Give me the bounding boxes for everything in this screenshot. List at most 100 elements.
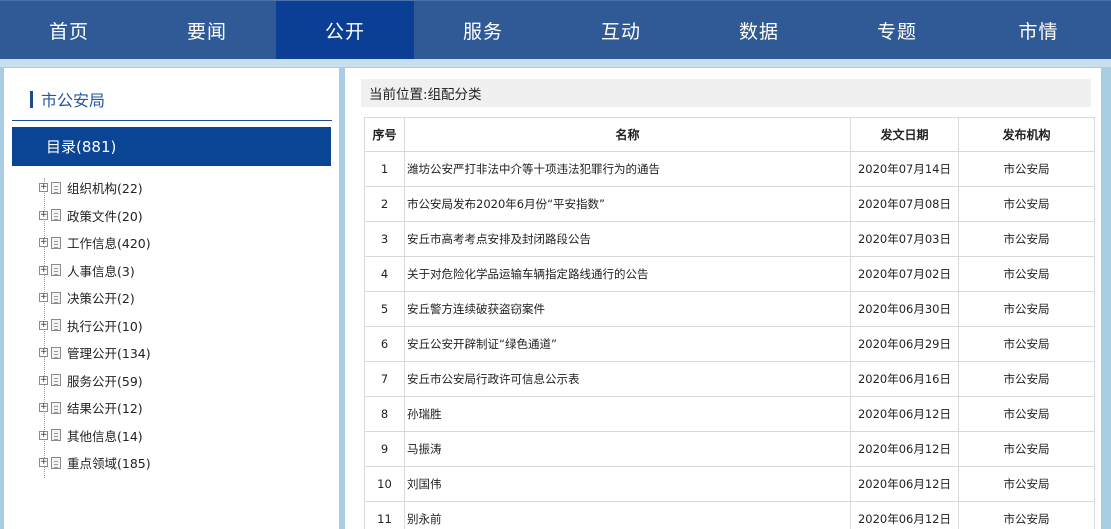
header-divider bbox=[0, 59, 1111, 67]
row-publisher: 市公安局 bbox=[958, 466, 1095, 502]
main-content: 当前位置: 组配分类 序号 名称 发文日期 发布机构 1 潍坊公安严打非法中介等十项… bbox=[345, 68, 1101, 529]
row-index: 10 bbox=[364, 466, 405, 502]
tree-item[interactable]: + 工作信息(420) bbox=[39, 229, 329, 257]
document-link[interactable]: 别永前 bbox=[407, 512, 442, 526]
document-link[interactable]: 潍坊公安严打非法中介等十项违法犯罪行为的通告 bbox=[407, 162, 660, 176]
category-tree: + 组织机构(22) + 政策文件(20) + 工作信息(420) + 人事信息(3) + 决策公… bbox=[39, 174, 329, 478]
row-title-cell: 安丘警方连续破获盗窃案件 bbox=[404, 291, 851, 327]
row-date: 2020年07月14日 bbox=[850, 151, 959, 187]
table-row: 2 市公安局发布2020年6月份“平安指数” 2020年07月08日 市公安局 bbox=[364, 186, 1095, 222]
table-header-row: 序号 名称 发文日期 发布机构 bbox=[364, 117, 1095, 152]
tree-item[interactable]: + 政策文件(20) bbox=[39, 202, 329, 230]
tree-item[interactable]: + 组织机构(22) bbox=[39, 174, 329, 202]
row-publisher: 市公安局 bbox=[958, 326, 1095, 362]
table-row: 1 潍坊公安严打非法中介等十项违法犯罪行为的通告 2020年07月14日 市公安局 bbox=[364, 151, 1095, 187]
nav-data[interactable]: 数据 bbox=[690, 1, 828, 59]
folder-doc-icon bbox=[51, 374, 61, 387]
document-link[interactable]: 刘国伟 bbox=[407, 477, 442, 491]
folder-doc-icon bbox=[51, 291, 61, 304]
document-link[interactable]: 安丘警方连续破获盗窃案件 bbox=[407, 302, 545, 316]
expand-icon[interactable]: + bbox=[39, 265, 48, 275]
tree-item[interactable]: + 人事信息(3) bbox=[39, 257, 329, 285]
tree-item[interactable]: + 决策公开(2) bbox=[39, 284, 329, 312]
folder-doc-icon bbox=[51, 456, 61, 469]
row-date: 2020年06月16日 bbox=[850, 361, 959, 397]
expand-icon[interactable]: + bbox=[39, 403, 48, 413]
row-date: 2020年06月12日 bbox=[850, 431, 959, 467]
row-date: 2020年07月02日 bbox=[850, 256, 959, 292]
tree-item-label: 决策公开(2) bbox=[67, 291, 135, 307]
expand-icon[interactable]: + bbox=[39, 293, 48, 303]
document-link[interactable]: 关于对危险化学品运输车辆指定路线通行的公告 bbox=[407, 267, 649, 281]
expand-icon[interactable]: + bbox=[39, 320, 48, 330]
title-accent-bar bbox=[30, 90, 33, 108]
tree-item-label: 人事信息(3) bbox=[67, 263, 135, 279]
row-index: 8 bbox=[364, 396, 405, 432]
folder-doc-icon bbox=[51, 319, 61, 332]
document-link[interactable]: 市公安局发布2020年6月份“平安指数” bbox=[407, 197, 605, 211]
tree-item-label: 服务公开(59) bbox=[67, 373, 143, 389]
table-row: 11 别永前 2020年06月12日 市公安局 bbox=[364, 501, 1095, 529]
row-publisher: 市公安局 bbox=[958, 221, 1095, 257]
sidebar-header: 市公安局 bbox=[30, 88, 105, 110]
document-link[interactable]: 安丘市高考考点安排及封闭路段公告 bbox=[407, 232, 591, 246]
table-row: 9 马振涛 2020年06月12日 市公安局 bbox=[364, 431, 1095, 467]
row-title-cell: 马振涛 bbox=[404, 431, 851, 467]
breadcrumb-current: 组配分类 bbox=[427, 87, 482, 103]
document-link[interactable]: 安丘公安开辟制证“绿色通道” bbox=[407, 337, 557, 351]
expand-icon[interactable]: + bbox=[39, 430, 48, 440]
folder-doc-icon bbox=[51, 209, 61, 222]
row-index: 5 bbox=[364, 291, 405, 327]
table-row: 5 安丘警方连续破获盗窃案件 2020年06月30日 市公安局 bbox=[364, 291, 1095, 327]
row-publisher: 市公安局 bbox=[958, 186, 1095, 222]
expand-icon[interactable]: + bbox=[39, 238, 48, 248]
tree-item[interactable]: + 结果公开(12) bbox=[39, 394, 329, 422]
row-date: 2020年06月12日 bbox=[850, 466, 959, 502]
row-index: 9 bbox=[364, 431, 405, 467]
nav-services[interactable]: 服务 bbox=[414, 1, 552, 59]
document-link[interactable]: 孙瑞胜 bbox=[407, 407, 442, 421]
tree-item[interactable]: + 服务公开(59) bbox=[39, 367, 329, 395]
header-title: 名称 bbox=[404, 117, 851, 152]
row-publisher: 市公安局 bbox=[958, 431, 1095, 467]
row-publisher: 市公安局 bbox=[958, 256, 1095, 292]
header-publisher: 发布机构 bbox=[958, 117, 1095, 152]
row-title-cell: 安丘市高考考点安排及封闭路段公告 bbox=[404, 221, 851, 257]
document-link[interactable]: 安丘市公安局行政许可信息公示表 bbox=[407, 372, 580, 386]
folder-doc-icon bbox=[51, 264, 61, 277]
expand-icon[interactable]: + bbox=[39, 348, 48, 358]
tree-item[interactable]: + 其他信息(14) bbox=[39, 422, 329, 450]
expand-icon[interactable]: + bbox=[39, 375, 48, 385]
sidebar-divider bbox=[12, 120, 332, 121]
nav-topics[interactable]: 专题 bbox=[828, 1, 966, 59]
breadcrumb-label: 当前位置: bbox=[369, 87, 428, 103]
nav-city-info[interactable]: 市情 bbox=[966, 1, 1111, 59]
row-date: 2020年06月29日 bbox=[850, 326, 959, 362]
nav-interaction[interactable]: 互动 bbox=[552, 1, 690, 59]
table-row: 7 安丘市公安局行政许可信息公示表 2020年06月16日 市公安局 bbox=[364, 361, 1095, 397]
nav-home[interactable]: 首页 bbox=[0, 1, 138, 59]
tree-item[interactable]: + 执行公开(10) bbox=[39, 312, 329, 340]
folder-doc-icon bbox=[51, 236, 61, 249]
header-index: 序号 bbox=[364, 117, 405, 152]
catalog-button[interactable]: 目录(881) bbox=[12, 127, 331, 166]
expand-icon[interactable]: + bbox=[39, 183, 48, 193]
row-index: 11 bbox=[364, 501, 405, 529]
document-table: 序号 名称 发文日期 发布机构 1 潍坊公安严打非法中介等十项违法犯罪行为的通告 2… bbox=[364, 117, 1095, 529]
table-row: 10 刘国伟 2020年06月12日 市公安局 bbox=[364, 466, 1095, 502]
row-index: 7 bbox=[364, 361, 405, 397]
tree-item[interactable]: + 管理公开(134) bbox=[39, 339, 329, 367]
row-date: 2020年06月12日 bbox=[850, 396, 959, 432]
row-index: 3 bbox=[364, 221, 405, 257]
folder-doc-icon bbox=[51, 401, 61, 414]
expand-icon[interactable]: + bbox=[39, 458, 48, 468]
sidebar-title: 市公安局 bbox=[41, 91, 106, 110]
nav-news[interactable]: 要闻 bbox=[138, 1, 276, 59]
table-row: 8 孙瑞胜 2020年06月12日 市公安局 bbox=[364, 396, 1095, 432]
row-title-cell: 市公安局发布2020年6月份“平安指数” bbox=[404, 186, 851, 222]
document-link[interactable]: 马振涛 bbox=[407, 442, 442, 456]
nav-public[interactable]: 公开 bbox=[276, 1, 414, 59]
expand-icon[interactable]: + bbox=[39, 210, 48, 220]
row-publisher: 市公安局 bbox=[958, 501, 1095, 529]
tree-item[interactable]: + 重点领域(185) bbox=[39, 449, 329, 477]
